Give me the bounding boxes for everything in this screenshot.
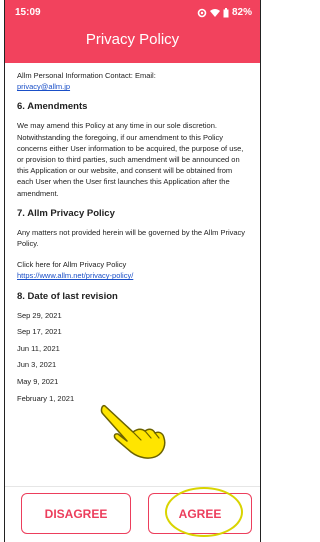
section8-heading: 8. Date of last revision <box>17 290 118 302</box>
revision-date: Jun 3, 2021 <box>17 360 57 370</box>
revision-date-list: Sep 29, 2021 Sep 17, 2021 Jun 11, 2021 J… <box>17 310 248 404</box>
status-time: 15:09 <box>15 7 41 18</box>
section6-heading: 6. Amendments <box>17 101 88 113</box>
contact-text: Allm Personal Information Contact: Email… <box>17 71 156 80</box>
revision-date: May 9, 2021 <box>17 377 59 387</box>
privacy-link-prompt: Click here for Allm Privacy Policy <box>17 260 127 270</box>
disagree-button[interactable]: DISAGREE <box>21 493 131 534</box>
location-icon <box>197 8 207 18</box>
wifi-icon <box>209 9 220 17</box>
section7-text: Any matters not provided herein will be … <box>17 227 246 249</box>
revision-date: Sep 29, 2021 <box>17 310 62 320</box>
status-icons: 82% <box>197 6 252 20</box>
page-title: Privacy Policy <box>85 31 180 48</box>
status-bar: 15:09 82% <box>15 6 252 20</box>
privacy-policy-link[interactable]: https://www.allm.net/privacy-policy/ <box>17 271 133 280</box>
revision-date: Sep 17, 2021 <box>17 327 62 337</box>
section6-text: We may amend this Policy at any time in … <box>17 121 244 198</box>
phone-screen: 15:09 82% Privacy Policy Allm Personal I… <box>4 0 261 542</box>
battery-percent: 82% <box>231 7 252 18</box>
revision-date: Jun 11, 2021 <box>17 343 60 353</box>
policy-content[interactable]: Allm Personal Information Contact: Email… <box>17 70 248 409</box>
battery-icon <box>223 8 229 18</box>
pointing-hand-icon <box>100 404 166 459</box>
agree-button[interactable]: AGREE <box>148 493 252 534</box>
section7-heading: 7. Allm Privacy Policy <box>17 207 115 219</box>
app-bar: 15:09 82% Privacy Policy <box>5 0 260 63</box>
divider <box>5 486 260 487</box>
contact-email-link[interactable]: privacy@allm.jp <box>17 82 70 91</box>
